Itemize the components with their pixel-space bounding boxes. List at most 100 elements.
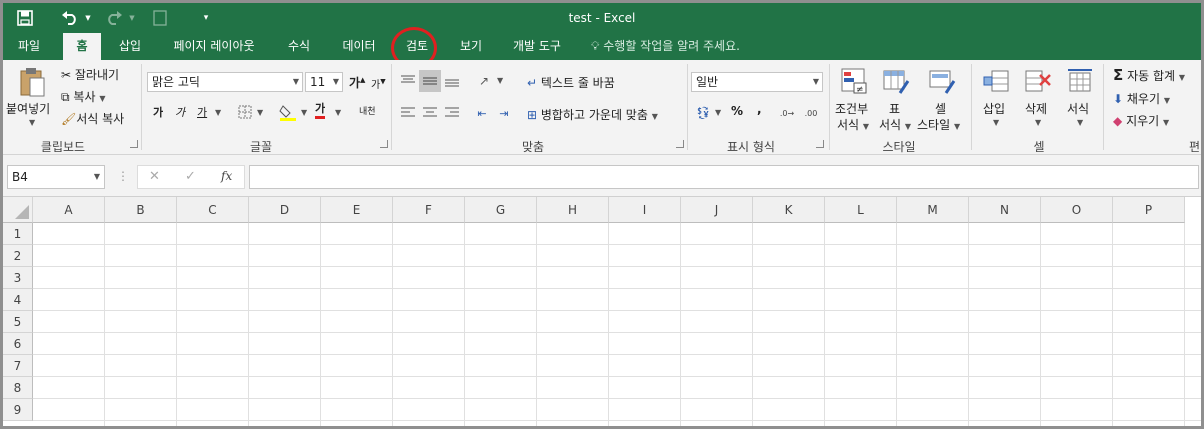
delete-cells-dropdown-icon[interactable]: ▼ [1035,118,1041,127]
conditional-formatting-icon[interactable]: ≠ [839,66,869,96]
merge-center-button[interactable]: ⊞ 병합하고 가운데 맞춤 ▼ [527,106,658,123]
row-header[interactable]: 9 [3,399,33,421]
column-header[interactable]: A [33,197,105,223]
column-header[interactable]: D [249,197,321,223]
grow-font-button[interactable]: 가▲ [349,74,365,91]
cell-styles-label-1[interactable]: 셀 [935,100,946,117]
increase-indent-icon[interactable]: ⇥ [495,104,513,122]
row-header[interactable]: 2 [3,245,33,267]
cut-button[interactable]: ✂ 잘라내기 [61,66,119,83]
tab-view[interactable]: 보기 [449,33,493,60]
paste-icon[interactable] [17,66,47,98]
column-header[interactable]: P [1113,197,1185,223]
column-header[interactable]: E [321,197,393,223]
autosum-button[interactable]: Σ 자동 합계 ▼ [1113,66,1185,84]
increase-decimal-icon[interactable]: .0→ [777,104,797,122]
column-header[interactable]: N [969,197,1041,223]
column-header[interactable]: B [105,197,177,223]
column-header[interactable]: C [177,197,249,223]
clear-button[interactable]: ◆ 지우기 ▼ [1113,112,1169,129]
insert-function-button[interactable]: fx [221,169,232,183]
tab-home[interactable]: 홈 [63,33,101,60]
border-icon[interactable] [237,104,253,120]
insert-cells-dropdown-icon[interactable]: ▼ [993,118,999,127]
phonetic-button[interactable]: 내천 [359,104,376,117]
font-color-button[interactable]: 가 [315,102,326,119]
number-launcher-icon[interactable] [816,140,824,148]
alignment-launcher-icon[interactable] [676,140,684,148]
format-cells-dropdown-icon[interactable]: ▼ [1077,118,1083,127]
conditional-format-label-2[interactable]: 서식 ▼ [837,116,869,133]
align-left-icon[interactable] [399,104,417,122]
border-dropdown-icon[interactable]: ▼ [257,108,263,117]
shrink-font-button[interactable]: 가▼ [371,76,386,91]
decrease-indent-icon[interactable]: ⇤ [473,104,491,122]
row-header[interactable]: 3 [3,267,33,289]
percent-button[interactable]: % [731,104,743,118]
align-top-icon[interactable] [399,72,417,90]
row-header[interactable]: 8 [3,377,33,399]
cell-styles-label-2[interactable]: 스타일 ▼ [917,116,960,133]
fill-color-dropdown-icon[interactable]: ▼ [301,108,307,117]
column-header[interactable]: J [681,197,753,223]
cell-styles-icon[interactable] [927,66,957,96]
paste-dropdown-icon[interactable]: ▼ [29,118,35,127]
number-format-box[interactable]: 일반 ▼ [691,72,823,92]
row-header[interactable]: 4 [3,289,33,311]
name-box[interactable]: B4 ▼ [7,165,105,189]
conditional-format-label-1[interactable]: 조건부 [835,100,868,117]
row-header[interactable]: 1 [3,223,33,245]
delete-cells-label[interactable]: 삭제 [1025,100,1047,117]
comma-button[interactable]: , [757,102,762,116]
insert-cells-label[interactable]: 삽입 [983,100,1005,117]
column-header[interactable]: I [609,197,681,223]
tab-file[interactable]: 파일 [7,33,51,60]
accounting-format-icon[interactable]: 💱︎ [693,104,713,122]
decrease-decimal-icon[interactable]: .00 [801,104,821,122]
column-header[interactable]: H [537,197,609,223]
italic-button[interactable]: 가 [175,104,185,120]
clipboard-launcher-icon[interactable] [130,140,138,148]
underline-button[interactable]: 가 [197,104,207,120]
orientation-icon[interactable]: ↗ [473,72,495,90]
delete-cells-icon[interactable] [1023,66,1053,96]
row-header[interactable]: 5 [3,311,33,333]
font-size-box[interactable]: 11 ▼ [305,72,343,92]
select-all-corner[interactable] [3,197,33,223]
format-as-table-label-1[interactable]: 표 [889,100,900,117]
fill-color-icon[interactable] [279,102,297,122]
column-header[interactable]: O [1041,197,1113,223]
format-as-table-label-2[interactable]: 서식 ▼ [879,116,911,133]
column-header[interactable]: M [897,197,969,223]
tab-formulas[interactable]: 수식 [275,33,323,60]
tab-insert[interactable]: 삽입 [107,33,153,60]
fill-button[interactable]: ⬇ 채우기 ▼ [1113,90,1170,107]
orientation-dropdown-icon[interactable]: ▼ [497,76,503,85]
format-painter-button[interactable]: 🖌︎서식 복사 [61,110,124,127]
column-header[interactable]: K [753,197,825,223]
column-header[interactable]: L [825,197,897,223]
align-right-icon[interactable] [443,104,461,122]
tab-review[interactable]: 검토 [395,33,439,60]
underline-dropdown-icon[interactable]: ▼ [215,108,221,117]
column-header[interactable]: F [393,197,465,223]
column-header[interactable]: G [465,197,537,223]
align-center-icon[interactable] [421,104,439,122]
format-as-table-icon[interactable] [881,66,911,96]
formula-input[interactable] [249,165,1199,189]
format-cells-icon[interactable] [1065,66,1095,96]
tab-developer[interactable]: 개발 도구 [501,33,573,60]
bold-button[interactable]: 가 [153,104,163,120]
insert-cells-icon[interactable] [981,66,1011,96]
tab-page-layout[interactable]: 페이지 레이아웃 [161,33,267,60]
tab-data[interactable]: 데이터 [331,33,387,60]
format-cells-label[interactable]: 서식 [1067,100,1089,117]
align-bottom-icon[interactable] [443,72,461,90]
tell-me-search[interactable]: 💡︎ 수행할 작업을 알려 주세요. [591,33,740,60]
paste-button[interactable]: 붙여넣기 [6,100,50,117]
font-launcher-icon[interactable] [380,140,388,148]
accounting-dropdown-icon[interactable]: ▼ [715,108,721,117]
font-name-box[interactable]: 맑은 고딕 ▼ [147,72,303,92]
row-header[interactable]: 7 [3,355,33,377]
copy-button[interactable]: ⧉ 복사 ▼ [61,88,105,105]
